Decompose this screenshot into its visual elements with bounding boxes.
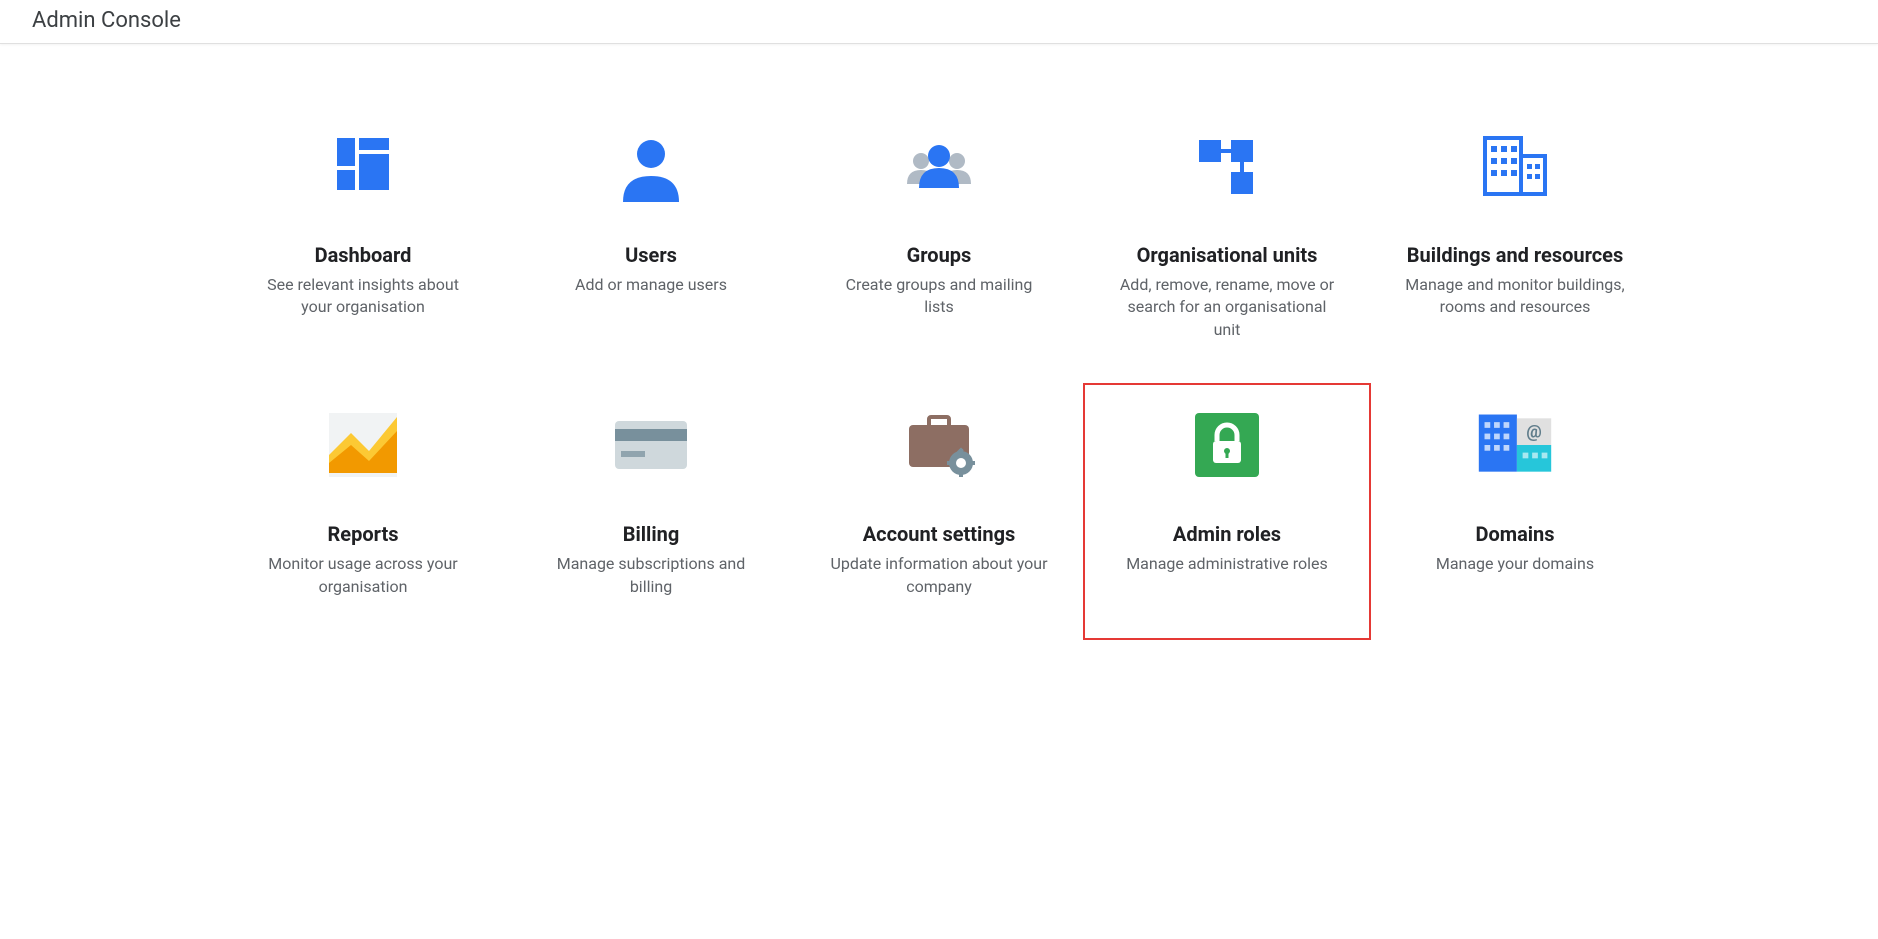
tile-desc: Add, remove, rename, move or search for …	[1117, 274, 1337, 341]
tile-title: Organisational units	[1137, 242, 1318, 268]
lock-icon	[1187, 405, 1267, 485]
dashboard-icon	[323, 126, 403, 206]
reports-icon	[323, 405, 403, 485]
briefcase-gear-icon	[899, 405, 979, 485]
org-units-icon	[1187, 126, 1267, 206]
tile-org-units[interactable]: Organisational units Add, remove, rename…	[1083, 104, 1371, 383]
tile-title: Users	[625, 242, 677, 268]
billing-icon	[611, 405, 691, 485]
tile-title: Buildings and resources	[1407, 242, 1623, 268]
tile-reports[interactable]: Reports Monitor usage across your organi…	[219, 383, 507, 640]
tile-groups[interactable]: Groups Create groups and mailing lists	[795, 104, 1083, 383]
svg-text:@: @	[1526, 423, 1541, 443]
tile-title: Account settings	[863, 521, 1016, 547]
tile-account-settings[interactable]: Account settings Update information abou…	[795, 383, 1083, 640]
tile-title: Admin roles	[1173, 521, 1281, 547]
tile-desc: Manage and monitor buildings, rooms and …	[1405, 274, 1625, 319]
tile-desc: Manage your domains	[1436, 553, 1594, 575]
tile-desc: Manage administrative roles	[1126, 553, 1328, 575]
tile-admin-roles[interactable]: Admin roles Manage administrative roles	[1083, 383, 1371, 640]
tile-desc: Manage subscriptions and billing	[541, 553, 761, 598]
building-icon	[1475, 126, 1555, 206]
tile-desc: Update information about your company	[829, 553, 1049, 598]
domain-icon: @	[1475, 405, 1555, 485]
tile-dashboard[interactable]: Dashboard See relevant insights about yo…	[219, 104, 507, 383]
tile-title: Billing	[623, 521, 680, 547]
tile-grid: Dashboard See relevant insights about yo…	[179, 104, 1699, 640]
tile-desc: Add or manage users	[575, 274, 727, 296]
page-title: Admin Console	[32, 8, 181, 33]
tile-desc: See relevant insights about your organis…	[253, 274, 473, 319]
tile-title: Groups	[907, 242, 972, 268]
tile-billing[interactable]: Billing Manage subscriptions and billing	[507, 383, 795, 640]
tile-title: Domains	[1475, 521, 1554, 547]
tile-title: Dashboard	[315, 242, 412, 268]
tile-domains[interactable]: @ Domains Manage your domains	[1371, 383, 1659, 640]
groups-icon	[899, 126, 979, 206]
user-icon	[611, 126, 691, 206]
tile-buildings[interactable]: Buildings and resources Manage and monit…	[1371, 104, 1659, 383]
tile-desc: Create groups and mailing lists	[829, 274, 1049, 319]
tile-title: Reports	[327, 521, 398, 547]
tile-desc: Monitor usage across your organisation	[253, 553, 473, 598]
header: Admin Console	[0, 0, 1878, 44]
tile-users[interactable]: Users Add or manage users	[507, 104, 795, 383]
